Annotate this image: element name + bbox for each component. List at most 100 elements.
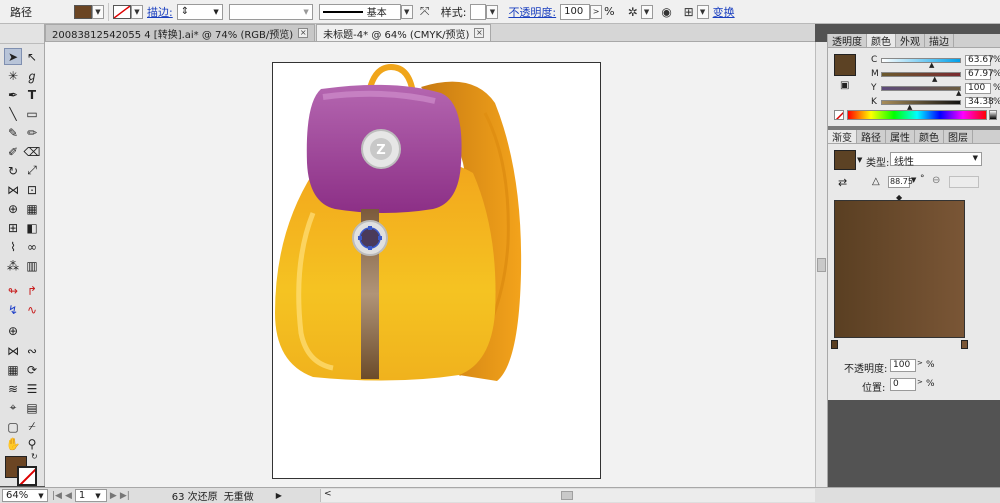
gradient-stop-left[interactable] xyxy=(831,340,838,349)
variable-width-field[interactable]: ▼ xyxy=(228,3,313,20)
stroke-none-swatch[interactable] xyxy=(113,4,131,19)
pen-tool-icon[interactable]: ✒ xyxy=(4,86,22,103)
artboard-tool-icon[interactable]: ▢ xyxy=(4,418,22,435)
tab-layers[interactable]: 图层 xyxy=(944,130,973,144)
channel-slider-track[interactable]: ▲ xyxy=(881,57,961,68)
twist-tool-icon[interactable]: ⟳ xyxy=(23,361,41,378)
fill-stroke-widget[interactable]: ↻ xyxy=(5,452,41,488)
curve-tool-red-icon[interactable]: ↱ xyxy=(23,282,41,299)
bowtie-tool-icon[interactable]: ⋈ xyxy=(4,342,22,359)
document-tab-2[interactable]: 未标题-4* @ 64% (CMYK/预览) × xyxy=(316,24,492,41)
scroll-left-icon[interactable]: < xyxy=(324,489,332,499)
tab-color-2[interactable]: 颜色 xyxy=(915,130,944,144)
swap-colors-icon[interactable]: ↻ xyxy=(31,452,38,461)
angle-input[interactable]: 88.75 xyxy=(888,176,913,188)
recolor-icon[interactable]: ✲ xyxy=(625,4,641,20)
artboard[interactable]: Z xyxy=(272,62,601,479)
line-tool-icon[interactable]: ╲ xyxy=(4,105,22,122)
gradient-type-select[interactable]: 线性 ▼ xyxy=(890,152,982,168)
free-transform-tool-icon[interactable]: ⊡ xyxy=(23,181,41,198)
document-tab-1[interactable]: 20083812542055 4 [转换].ai* @ 74% (RGB/预览)… xyxy=(45,24,316,41)
list-tool-icon[interactable]: ☰ xyxy=(23,380,41,397)
crosshair-tool-icon[interactable]: ⊕ xyxy=(4,322,22,339)
tab-color[interactable]: 颜色 xyxy=(867,34,896,48)
transform-link[interactable]: 变换 xyxy=(709,4,739,20)
close-icon[interactable]: × xyxy=(474,28,485,38)
tab-pathfinder[interactable]: 路径 xyxy=(857,130,886,144)
channel-value-input[interactable]: 67.97 xyxy=(965,68,994,80)
magic-wand-tool-icon[interactable]: ✳ xyxy=(4,67,22,84)
fill-dropdown-arrow[interactable]: ▼ xyxy=(92,4,104,19)
spectrum-black-white[interactable] xyxy=(989,110,997,120)
grid-tool-icon[interactable]: ▦ xyxy=(4,361,22,378)
vertical-scrollbar[interactable] xyxy=(815,42,827,487)
symbol-sprayer-tool-icon[interactable]: ⁂ xyxy=(4,257,22,274)
canvas-area[interactable]: Z xyxy=(45,42,815,487)
horizontal-scrollbar-thumb[interactable] xyxy=(561,491,573,500)
stroke-dropdown-arrow[interactable]: ▼ xyxy=(131,4,143,19)
color-spectrum[interactable] xyxy=(847,110,987,120)
path-tool-red-icon[interactable]: ↬ xyxy=(4,282,22,299)
direct-selection-tool-icon[interactable]: ↖ xyxy=(23,48,41,65)
blend-tool-icon[interactable]: ∞ xyxy=(23,238,41,255)
eyedropper-tool-icon[interactable]: ⌇ xyxy=(4,238,22,255)
stroke-weight-field[interactable]: ⇕ ▼ xyxy=(176,3,223,20)
close-icon[interactable]: × xyxy=(298,28,309,38)
next-page-icon[interactable]: ▶ xyxy=(110,491,117,501)
wave-tool-icon[interactable]: ∿ xyxy=(23,301,41,318)
zigzag-tool-icon[interactable]: ≋ xyxy=(4,380,22,397)
color-stroke-indicator[interactable]: ▣ xyxy=(840,80,849,91)
pencil-tool-icon[interactable]: ✏ xyxy=(23,124,41,141)
recolor-dropdown-arrow[interactable]: ▼ xyxy=(640,4,653,19)
zoom-field[interactable]: 64% ▼ xyxy=(2,489,48,502)
scrollbar-thumb[interactable] xyxy=(817,258,826,272)
scale-tool-icon[interactable]: ⤢ xyxy=(23,162,41,179)
width-tool-icon[interactable]: ⋈ xyxy=(4,181,22,198)
blob-brush-tool-icon[interactable]: ✐ xyxy=(4,143,22,160)
channel-slider-track[interactable]: ▲ xyxy=(881,99,961,110)
perspective-grid-tool-icon[interactable]: ▦ xyxy=(23,200,41,217)
zoom-tool-icon[interactable]: ⚲ xyxy=(23,435,41,452)
tab-gradient[interactable]: 渐变 xyxy=(828,130,857,144)
tab-transparency[interactable]: 透明度 xyxy=(828,34,867,48)
opacity-dropdown-arrow[interactable]: > xyxy=(590,4,603,19)
opacity-input[interactable]: 100 xyxy=(560,3,591,20)
column-graph-tool-icon[interactable]: ▥ xyxy=(23,257,41,274)
brush-profile-field[interactable]: 基本 xyxy=(318,3,401,20)
tab-stroke[interactable]: 描边 xyxy=(925,34,954,48)
first-page-icon[interactable]: |◀ xyxy=(52,491,62,501)
style-field[interactable] xyxy=(470,3,487,20)
stop-opacity-dropdown[interactable]: > xyxy=(917,359,923,367)
gradient-preview-swatch[interactable] xyxy=(834,150,856,170)
tools-panel-grip[interactable] xyxy=(0,24,44,44)
reverse-gradient-icon[interactable]: ⇄ xyxy=(838,176,847,189)
eraser-tool-icon[interactable]: ⌫ xyxy=(23,143,41,160)
mesh-tool-icon[interactable]: ⊞ xyxy=(4,219,22,236)
style-dropdown-arrow[interactable]: ▼ xyxy=(486,4,499,19)
none-color-icon[interactable] xyxy=(834,110,844,120)
brush-dropdown-arrow[interactable]: ▼ xyxy=(400,4,413,19)
channel-slider-track[interactable]: ▲ xyxy=(881,85,961,96)
stroke-link[interactable]: 描边: xyxy=(143,4,177,20)
stop-position-input[interactable]: 0 xyxy=(890,378,916,391)
channel-slider-track[interactable]: ▲ xyxy=(881,71,961,82)
opacity-link[interactable]: 不透明度: xyxy=(504,4,560,20)
picker-tool-icon[interactable]: ⌖ xyxy=(4,399,22,416)
channel-value-input[interactable]: 100 xyxy=(965,82,991,94)
gradient-tool-icon[interactable]: ◧ xyxy=(23,219,41,236)
channel-value-input[interactable]: 63.67 xyxy=(965,54,994,66)
angle-dropdown-arrow[interactable]: ▼ xyxy=(911,176,916,184)
stop-position-dropdown[interactable]: > xyxy=(917,378,923,386)
gradient-stop-right[interactable] xyxy=(961,340,968,349)
align-dropdown-arrow[interactable]: ▼ xyxy=(696,4,709,19)
globe-icon[interactable]: ◉ xyxy=(659,4,675,20)
rotate-tool-icon[interactable]: ↻ xyxy=(4,162,22,179)
tab-appearance[interactable]: 外观 xyxy=(896,34,925,48)
hand-tool-icon[interactable]: ✋ xyxy=(4,435,22,452)
paintbrush-tool-icon[interactable]: ✎ xyxy=(4,124,22,141)
gradient-ramp[interactable] xyxy=(834,200,965,338)
stop-opacity-input[interactable]: 100 xyxy=(890,359,916,372)
color-fill-swatch[interactable] xyxy=(834,54,856,76)
strap-buckle-center[interactable] xyxy=(359,227,381,249)
status-menu-arrow[interactable]: ▶ xyxy=(276,491,282,500)
